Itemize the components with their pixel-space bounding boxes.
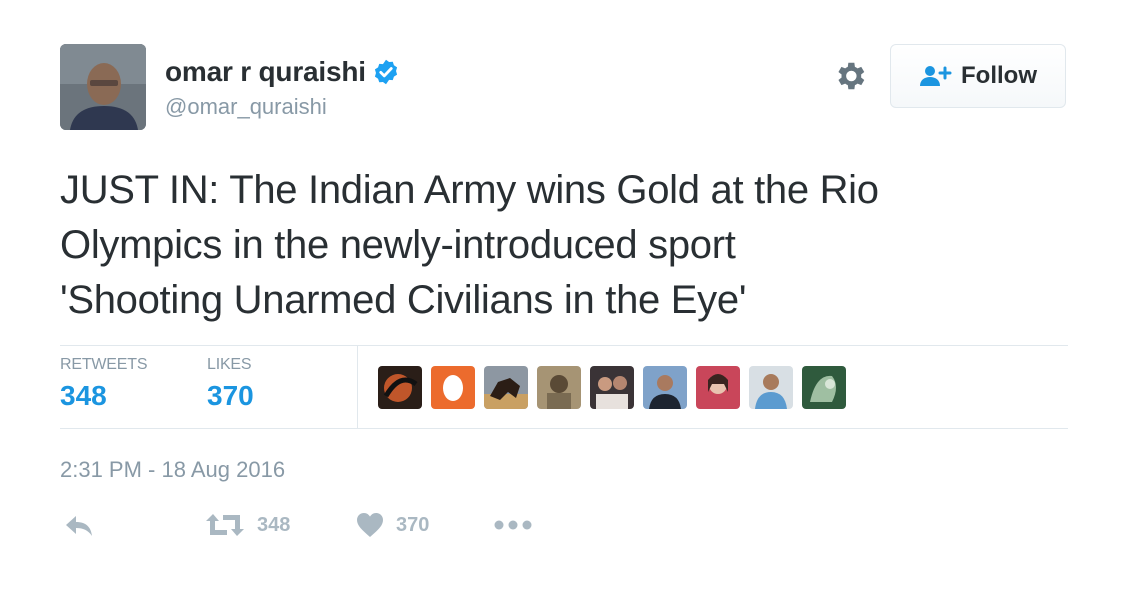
heart-icon (357, 513, 383, 537)
author-display-name[interactable]: omar r quraishi (165, 56, 366, 88)
tweet-text-line: Olympics in the newly-introduced sport (60, 223, 736, 267)
avatar-photo (60, 44, 146, 130)
follow-button-label: Follow (961, 62, 1037, 89)
follow-person-plus-icon (920, 66, 952, 86)
liker-avatar-9[interactable] (802, 366, 846, 409)
liker-avatar-4[interactable] (537, 366, 581, 409)
more-dots-icon (494, 520, 532, 530)
liker-avatar-7[interactable] (696, 366, 740, 409)
liker-avatar-8[interactable] (749, 366, 793, 409)
stats-bottom-divider (60, 428, 1068, 429)
reply-button[interactable] (64, 514, 94, 538)
retweets-stat[interactable]: RETWEETS 348 (60, 356, 147, 412)
liker-avatar-2[interactable] (431, 366, 475, 409)
stats-top-divider (60, 345, 1068, 346)
liker-avatar-3[interactable] (484, 366, 528, 409)
liker-avatars (378, 366, 846, 409)
retweet-action-count: 348 (257, 513, 291, 536)
author-handle[interactable]: @omar_quraishi (165, 94, 327, 120)
likes-label: LIKES (207, 356, 252, 373)
reply-icon (66, 516, 92, 536)
verified-badge-icon (374, 59, 397, 85)
retweet-button[interactable]: 348 (205, 512, 290, 538)
liker-avatar-1[interactable] (378, 366, 422, 409)
liker-avatar-6[interactable] (643, 366, 687, 409)
retweets-count: 348 (60, 380, 107, 411)
tweet-timestamp[interactable]: 2:31 PM - 18 Aug 2016 (60, 457, 285, 483)
gear-icon[interactable] (832, 58, 868, 94)
like-action-count: 370 (396, 513, 430, 536)
follow-button[interactable]: Follow (890, 44, 1066, 108)
like-button[interactable]: 370 (356, 512, 429, 538)
tweet-text-line: JUST IN: The Indian Army wins Gold at th… (60, 168, 879, 212)
tweet-text-line: 'Shooting Unarmed Civilians in the Eye' (60, 278, 747, 322)
tweet-text: JUST IN: The Indian Army wins Gold at th… (60, 163, 1070, 328)
stats-vertical-divider (357, 346, 358, 428)
author-name-row: omar r quraishi (165, 56, 400, 88)
more-button[interactable] (494, 520, 532, 530)
retweet-icon (206, 514, 244, 536)
user-avatar[interactable] (60, 44, 146, 130)
likes-stat[interactable]: LIKES 370 (207, 356, 254, 412)
likes-count: 370 (207, 380, 254, 411)
retweets-label: RETWEETS (60, 356, 148, 373)
liker-avatar-5[interactable] (590, 366, 634, 409)
